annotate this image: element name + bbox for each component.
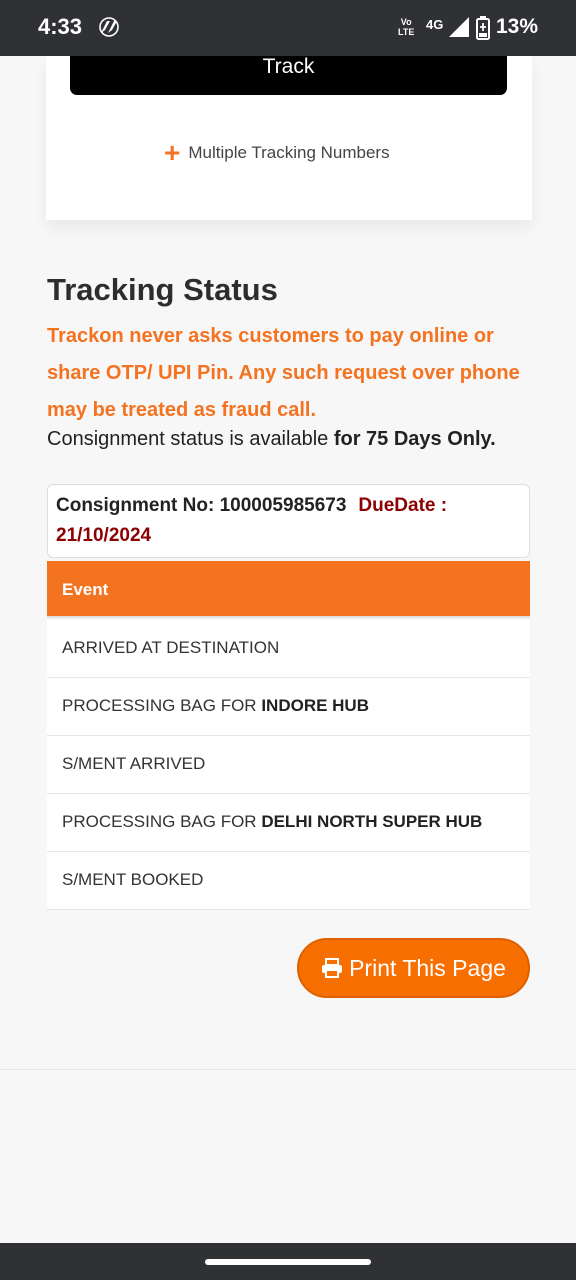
due-date-label: DueDate : (358, 495, 448, 516)
event-row: S/MENT BOOKED (47, 852, 530, 910)
print-label: Print This Page (349, 954, 506, 981)
printer-icon (322, 958, 343, 978)
event-row: PROCESSING BAG FOR INDORE HUB (47, 678, 530, 736)
event-row: PROCESSING BAG FOR DELHI NORTH SUPER HUB (47, 794, 530, 852)
home-gesture-handle[interactable] (205, 1259, 371, 1265)
fraud-warning: Trackon never asks customers to pay onli… (47, 325, 520, 421)
consignment-info: Consignment No: 100005985673 DueDate : 21… (47, 484, 530, 558)
app-notification-icon (99, 17, 119, 37)
plus-icon: + (164, 137, 181, 168)
multiple-tracking-label: Multiple Tracking Numbers (188, 143, 390, 162)
status-time: 4:33 (38, 14, 83, 39)
print-page-button[interactable]: Print This Page (297, 938, 530, 998)
event-row: ARRIVED AT DESTINATION (47, 620, 530, 678)
availability-period: for 75 Days Only. (333, 428, 496, 450)
volte-indicator: Vo LTE (398, 17, 415, 37)
due-date-value: 21/10/2024 (56, 525, 152, 546)
availability-prefix: Consignment status is available (47, 428, 334, 450)
footer-divider (0, 1069, 576, 1070)
track-button[interactable]: Track (70, 56, 507, 95)
tracking-status-title: Tracking Status (47, 272, 278, 307)
signal-icon (449, 17, 469, 37)
availability-note: Consignment status is available for 75 D… (47, 428, 496, 451)
network-type: 4G (426, 17, 444, 32)
tracking-form-card: Track + Multiple Tracking Numbers (46, 56, 532, 220)
event-row: S/MENT ARRIVED (47, 736, 530, 794)
event-column-header: Event (47, 561, 530, 618)
event-list: ARRIVED AT DESTINATION PROCESSING BAG FO… (47, 620, 530, 910)
battery-icon (476, 16, 490, 40)
battery-percent: 13% (496, 15, 539, 38)
multiple-tracking-link[interactable]: + Multiple Tracking Numbers (164, 137, 390, 168)
status-bar: 4:33 Vo LTE 4G 13% (0, 0, 576, 56)
consignment-number: Consignment No: 100005985673 (56, 495, 347, 516)
navigation-bar (0, 1243, 576, 1280)
